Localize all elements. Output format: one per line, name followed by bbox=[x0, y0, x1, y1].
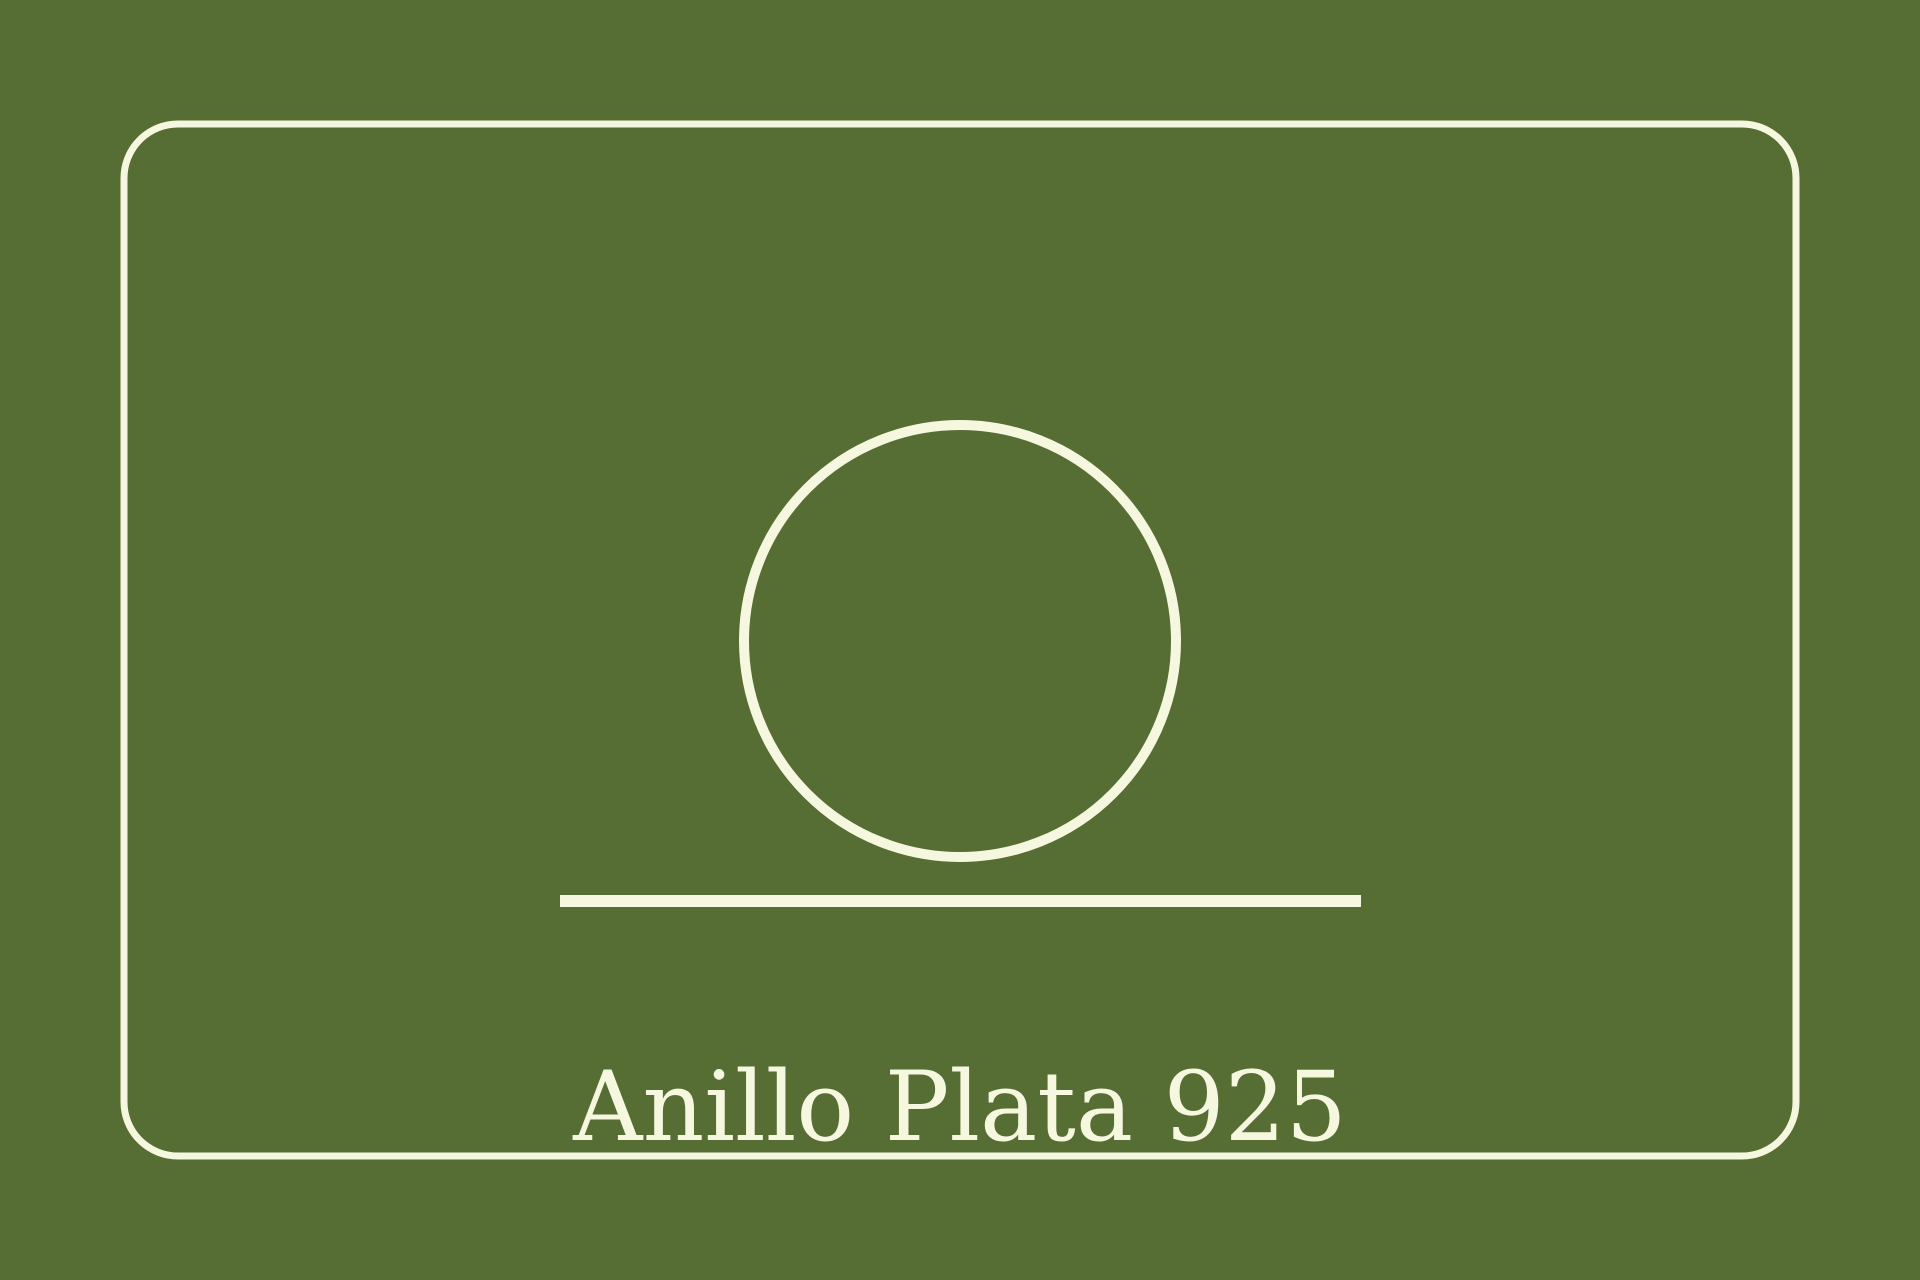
card-border bbox=[120, 120, 1800, 1160]
ring-icon bbox=[739, 420, 1181, 862]
product-title: Anillo Plata 925 bbox=[572, 1051, 1347, 1163]
product-card: Anillo Plata 925 bbox=[120, 120, 1800, 1163]
